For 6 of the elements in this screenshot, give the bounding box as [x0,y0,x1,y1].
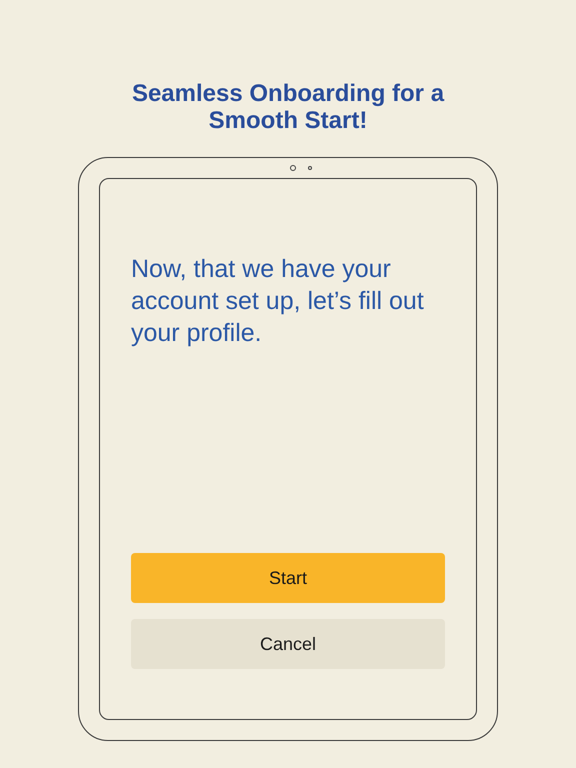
message-text: Now, that we have your account set up, let’s fill out your profile. [131,254,425,349]
start-button[interactable]: Start [131,553,445,603]
sensor-icon [308,166,312,170]
headline: Seamless Onboarding for a Smooth Start! [130,80,446,134]
camera-icon [290,165,296,171]
cancel-button[interactable]: Cancel [131,619,445,669]
